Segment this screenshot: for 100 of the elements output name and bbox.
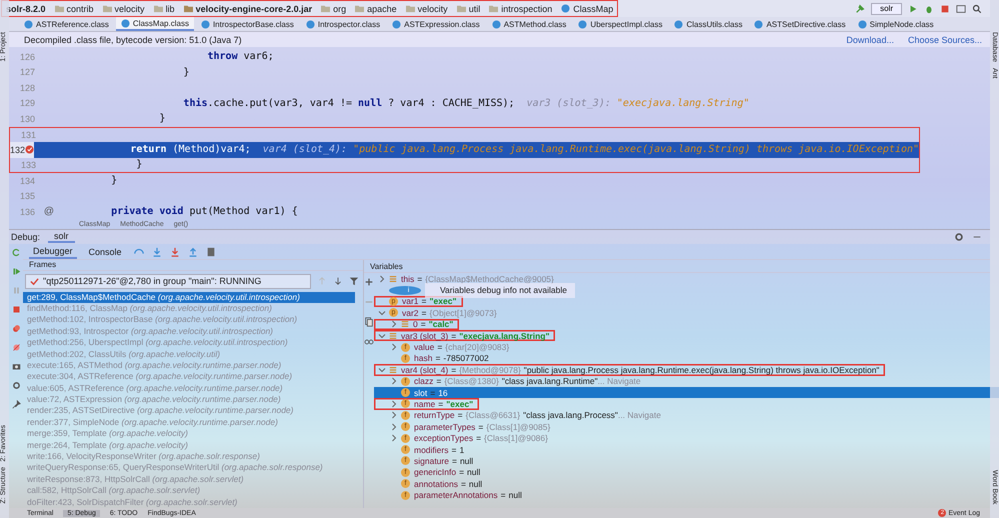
editor-tab[interactable]: ASTMethod.class	[486, 17, 572, 31]
force-step-into-icon[interactable]	[170, 246, 180, 256]
breadcrumb-item[interactable]: ClassMap	[561, 4, 614, 14]
breadcrumb-item[interactable]: util	[456, 4, 480, 14]
stop-icon[interactable]	[940, 4, 950, 14]
step-over-icon[interactable]	[134, 246, 144, 256]
structure-icon[interactable]	[956, 4, 966, 14]
class-icon	[120, 18, 130, 28]
step-out-icon[interactable]	[188, 246, 198, 256]
editor-tab[interactable]: SimpleNode.class	[852, 17, 939, 31]
code-text: private void put(Method var1) {	[110, 206, 298, 218]
folder-icon	[154, 4, 163, 13]
breadcrumb-item[interactable]: velocity	[102, 4, 145, 14]
editor-tab[interactable]: ASTExpression.class	[387, 17, 485, 31]
breadcrumb-item[interactable]: introspection	[489, 4, 552, 14]
add-icon[interactable]	[364, 277, 374, 287]
breadcrumb-item[interactable]: velocity-engine-core-2.0.jar	[184, 4, 312, 14]
folder-icon	[456, 4, 466, 13]
pane-title: Variables	[364, 260, 990, 273]
editor-tab[interactable]: IntrospectorBase.class	[196, 17, 299, 31]
object-icon	[401, 320, 409, 328]
search-icon[interactable]	[972, 4, 982, 14]
code-text: }	[110, 175, 118, 186]
folder-icon	[489, 4, 498, 13]
session-tab[interactable]: solr	[48, 231, 75, 243]
folder-icon	[355, 4, 364, 13]
calculator-icon[interactable]	[206, 246, 216, 256]
class-icon	[754, 20, 764, 28]
code-text: throw var6;	[206, 51, 274, 62]
line-number: 135	[18, 190, 35, 204]
code-text: }	[182, 66, 190, 78]
editor-tab[interactable]: ASTReference.class	[19, 17, 114, 31]
step-into-icon[interactable]	[152, 246, 162, 256]
variable-row[interactable]: 0 = "calc"	[374, 318, 460, 330]
variable-row[interactable]: this = {ClassMap$MethodCache@9005}	[374, 273, 886, 284]
debug-tab[interactable]: Debugger	[29, 244, 77, 258]
override-marker[interactable]: @	[44, 206, 54, 218]
editor-tab[interactable]: UberspectImpl.class	[573, 17, 668, 31]
class-icon	[674, 20, 684, 28]
folder-icon	[54, 4, 64, 13]
breakpoint-icon[interactable]	[25, 145, 34, 154]
inline-value-hint: var3 (slot_3): "execjava.lang.String"	[526, 98, 750, 109]
line-number: 134	[18, 174, 35, 188]
settings-icon[interactable]	[954, 232, 964, 242]
pane-title: Frames	[23, 260, 363, 271]
code-text: }	[135, 159, 142, 170]
breadcrumb-item[interactable]: apache	[355, 4, 397, 14]
variable-row[interactable]: var4 (slot_4) = {Method@9078} "public java.lang.Process java.lang.Runtime.exec(java.lang.String) throws java.io.IOException"	[374, 364, 886, 376]
folder-icon	[406, 4, 415, 13]
line-number: 136	[18, 206, 35, 219]
folder-icon	[102, 4, 112, 13]
info-link[interactable]: Choose Sources...	[908, 34, 982, 44]
class-icon	[306, 20, 315, 28]
glasses-icon[interactable]	[364, 337, 374, 347]
editor-tab[interactable]: ClassMap.class	[116, 17, 194, 31]
pin-icon[interactable]	[12, 400, 20, 409]
resume-icon[interactable]	[12, 267, 20, 276]
breadcrumb-item[interactable]: solr-8.2.0	[6, 4, 46, 14]
arrow-down-icon[interactable]	[333, 276, 343, 286]
folder-icon	[184, 4, 193, 13]
object-icon	[389, 366, 397, 374]
variable-row[interactable]: var3 (slot_3) = "execjava.lang.String"	[374, 330, 556, 342]
hammer-icon[interactable]	[855, 4, 866, 14]
class-icon	[492, 20, 501, 28]
class-icon	[200, 20, 210, 28]
thread-dropdown[interactable]: "qtp250112971-26"@2,780 in group "main": RUNNING	[25, 274, 311, 289]
line-number: 129	[18, 97, 35, 110]
breadcrumb-item[interactable]: lib	[154, 4, 175, 14]
stack-frame[interactable]: get:289, ClassMap$MethodCache (org.apache.velocity.util.introspection)	[23, 292, 355, 303]
copy-icon[interactable]	[364, 317, 374, 327]
editor-tab[interactable]: Introspector.class	[300, 17, 386, 31]
camera-icon[interactable]	[12, 362, 20, 371]
breakpoints-icon[interactable]	[12, 324, 20, 333]
run-icon[interactable]	[908, 4, 918, 14]
line-number: 132	[10, 142, 26, 158]
breadcrumb-item[interactable]: contrib	[54, 4, 94, 14]
breadcrumb-item[interactable]: org	[321, 4, 346, 14]
line-number: 126	[18, 50, 35, 64]
check-icon	[30, 276, 39, 286]
mute-breakpoints-icon[interactable]	[12, 343, 20, 352]
breadcrumb-item[interactable]: velocity	[406, 4, 448, 14]
class-icon	[24, 20, 33, 28]
line-number: 133	[20, 158, 36, 172]
inline-value-hint: var4 (slot_4): "public java.lang.Process java.lang.Runtime.exec(java.lang.String) throws java.io.IOException"	[262, 144, 920, 156]
class-icon	[858, 20, 867, 28]
settings-icon[interactable]	[12, 381, 20, 390]
debug-tab[interactable]: Console	[84, 246, 126, 258]
debug-icon[interactable]	[924, 4, 934, 14]
code-text: }	[158, 113, 166, 124]
stop-icon[interactable]	[12, 305, 20, 314]
object-icon	[389, 332, 397, 340]
editor-tab[interactable]: ClassUtils.class	[669, 17, 748, 31]
info-link[interactable]: Download...	[846, 34, 894, 44]
run-config-dropdown[interactable]: solr	[871, 2, 902, 14]
editor-tab[interactable]: ASTSetDirective.class	[749, 17, 851, 31]
filter-icon[interactable]	[349, 276, 359, 286]
rerun-icon[interactable]	[12, 248, 20, 257]
line-number: 130	[18, 112, 35, 126]
info-message: Decompiled .class file, bytecode version: 51.0 (Java 7)	[24, 34, 242, 44]
line-number: 131	[20, 128, 36, 142]
